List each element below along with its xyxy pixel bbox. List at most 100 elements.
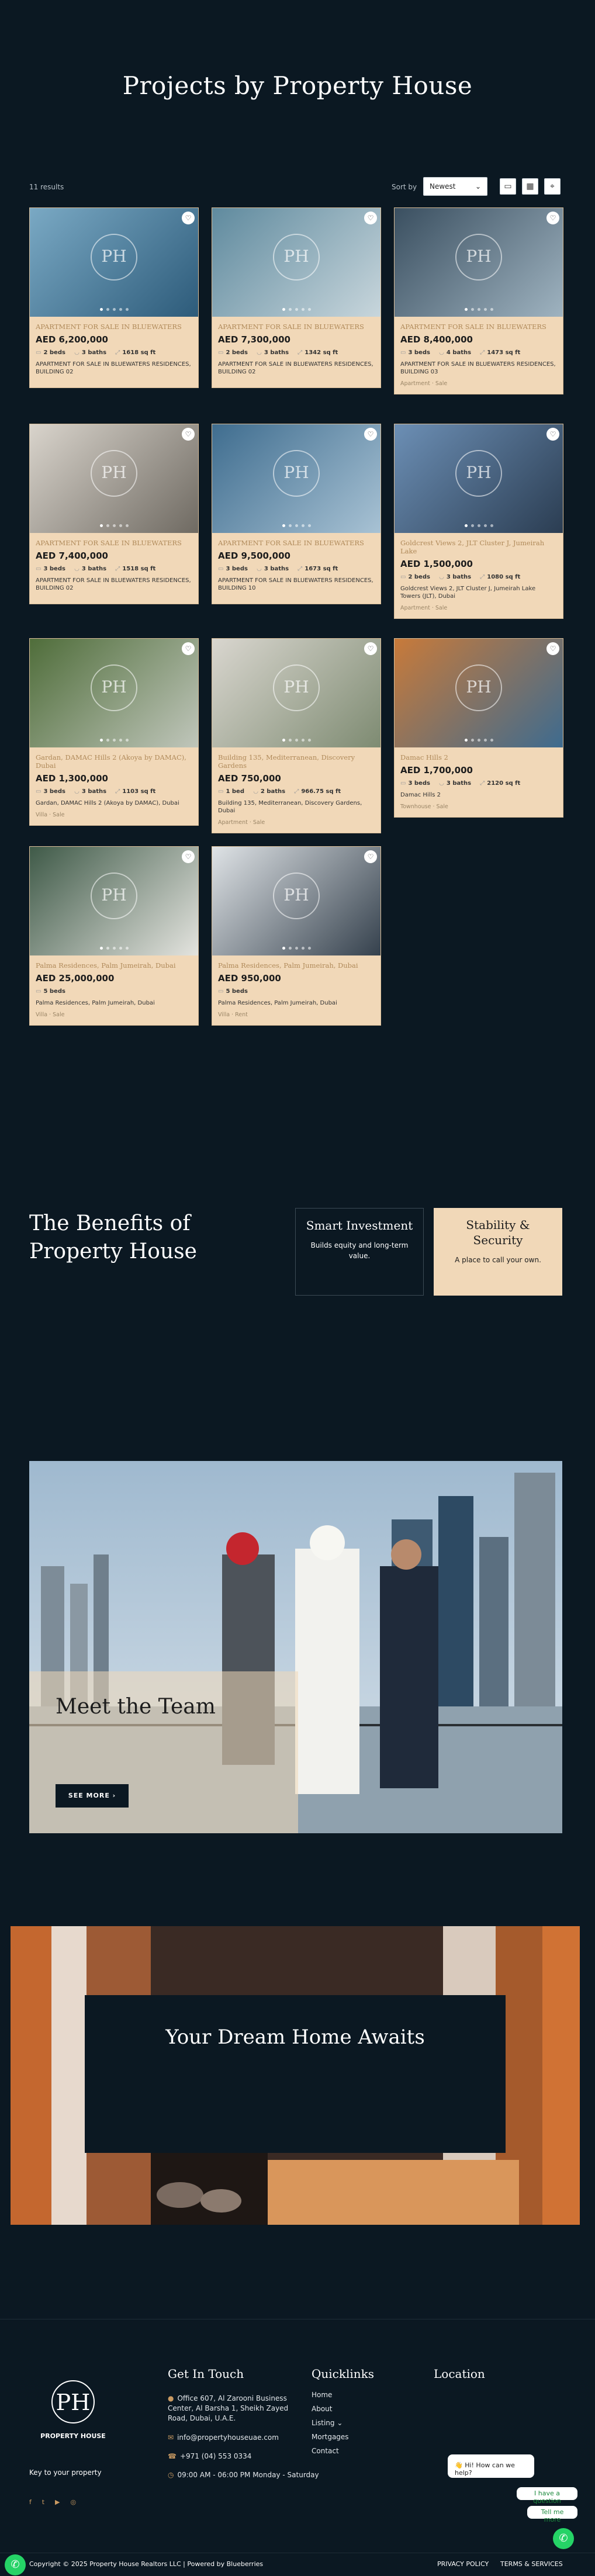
area: ⤢ 1673 sq ft bbox=[298, 566, 338, 572]
listing-card[interactable]: ♡ APARTMENT FOR SALE IN BLUEWATERS AED 6… bbox=[29, 207, 199, 388]
facebook-icon[interactable]: f bbox=[29, 2498, 42, 2506]
listing-photo[interactable]: ♡ bbox=[30, 424, 198, 533]
quicklink-contact[interactable]: Contact bbox=[312, 2446, 339, 2456]
heart-icon[interactable]: ♡ bbox=[182, 212, 195, 224]
area: ⤢ 1103 sq ft bbox=[115, 788, 156, 795]
heart-icon[interactable]: ♡ bbox=[364, 642, 377, 655]
area-icon: ⤢ bbox=[298, 349, 303, 356]
chat-icon[interactable]: ✆ bbox=[553, 2528, 574, 2549]
listing-title[interactable]: APARTMENT FOR SALE IN BLUEWATERS bbox=[218, 539, 375, 547]
listing-specs: ▭ 3 beds ◡ 3 baths ⤢ 1518 sq ft bbox=[36, 566, 192, 572]
results-count: 11 results bbox=[29, 183, 64, 191]
carousel-dots[interactable] bbox=[212, 947, 380, 950]
youtube-icon[interactable]: ▶ bbox=[55, 2498, 70, 2506]
carousel-dots[interactable] bbox=[395, 308, 563, 311]
clock-icon: ◷ bbox=[168, 2471, 174, 2479]
listing-title[interactable]: Goldcrest Views 2, JLT Cluster J, Jumeir… bbox=[400, 539, 557, 555]
heart-icon[interactable]: ♡ bbox=[182, 850, 195, 863]
listing-photo[interactable]: ♡ bbox=[30, 208, 198, 317]
chat-question-button[interactable]: I have a question bbox=[517, 2487, 577, 2505]
heart-icon[interactable]: ♡ bbox=[546, 642, 559, 655]
listing-title[interactable]: Building 135, Mediterranean, Discovery G… bbox=[218, 753, 375, 770]
carousel-dots[interactable] bbox=[30, 739, 198, 742]
beds: ▭ 3 beds bbox=[36, 788, 65, 795]
grid-icon[interactable]: ▦ bbox=[522, 178, 538, 195]
privacy-link[interactable]: PRIVACY POLICY bbox=[437, 2560, 489, 2568]
heart-icon[interactable]: ♡ bbox=[546, 212, 559, 224]
quicklink-home[interactable]: Home bbox=[312, 2390, 332, 2400]
map-icon[interactable]: ▭ bbox=[500, 178, 516, 195]
carousel-dots[interactable] bbox=[212, 739, 380, 742]
phone-icon: ☎ bbox=[168, 2452, 177, 2460]
heart-icon[interactable]: ♡ bbox=[364, 850, 377, 863]
heart-icon[interactable]: ♡ bbox=[364, 212, 377, 224]
heart-icon[interactable]: ♡ bbox=[182, 642, 195, 655]
listing-specs: ▭ 1 bed ◡ 2 baths ⤢ 966.75 sq ft bbox=[218, 788, 375, 795]
carousel-dots[interactable] bbox=[30, 308, 198, 311]
area-icon: ⤢ bbox=[294, 788, 299, 795]
listing-title[interactable]: Damac Hills 2 bbox=[400, 753, 557, 761]
listing-card[interactable]: ♡ Building 135, Mediterranean, Discovery… bbox=[212, 638, 381, 833]
carousel-dots[interactable] bbox=[212, 524, 380, 527]
area: ⤢ 1342 sq ft bbox=[298, 349, 338, 356]
heart-icon[interactable]: ♡ bbox=[546, 428, 559, 441]
watermark-logo bbox=[455, 449, 502, 497]
listing-card[interactable]: ♡ APARTMENT FOR SALE IN BLUEWATERS AED 7… bbox=[29, 424, 199, 604]
listing-photo[interactable]: ♡ bbox=[395, 208, 563, 317]
listing-card[interactable]: ♡ APARTMENT FOR SALE IN BLUEWATERS AED 9… bbox=[212, 424, 381, 604]
listing-title[interactable]: Palma Residences, Palm Jumeirah, Dubai bbox=[36, 961, 192, 970]
quicklink-mortgages[interactable]: Mortgages bbox=[312, 2432, 349, 2442]
listing-title[interactable]: Gardan, DAMAC Hills 2 (Akoya by DAMAC), … bbox=[36, 753, 192, 770]
listing-card[interactable]: ♡ APARTMENT FOR SALE IN BLUEWATERS AED 8… bbox=[394, 207, 563, 394]
listing-photo[interactable]: ♡ bbox=[30, 847, 198, 955]
listing-card[interactable]: ♡ Palma Residences, Palm Jumeirah, Dubai… bbox=[212, 846, 381, 1026]
twitter-icon[interactable]: t bbox=[42, 2498, 55, 2506]
footer-phone[interactable]: ☎ +971 (04) 553 0334 bbox=[168, 2452, 251, 2461]
listing-price: AED 25,000,000 bbox=[36, 973, 115, 984]
location-icon[interactable]: ⌖ bbox=[544, 178, 561, 195]
see-more-button[interactable]: SEE MORE › bbox=[56, 1784, 129, 1808]
listing-card[interactable]: ♡ Palma Residences, Palm Jumeirah, Dubai… bbox=[29, 846, 199, 1026]
sort-select[interactable]: Newest ⌄ bbox=[423, 177, 487, 196]
listing-specs: ▭ 3 beds ◡ 3 baths ⤢ 1103 sq ft bbox=[36, 788, 192, 795]
heart-icon[interactable]: ♡ bbox=[364, 428, 377, 441]
heart-icon[interactable]: ♡ bbox=[182, 428, 195, 441]
footer-email[interactable]: ✉ info@propertyhouseuae.com bbox=[168, 2433, 279, 2443]
listing-tags: Villa · Rent bbox=[218, 1012, 248, 1018]
sort-label: Sort by bbox=[392, 183, 417, 191]
listing-tags: Villa · Sale bbox=[36, 1012, 65, 1018]
listing-photo[interactable]: ♡ bbox=[212, 847, 380, 955]
listing-title[interactable]: APARTMENT FOR SALE IN BLUEWATERS bbox=[36, 539, 192, 547]
listing-title[interactable]: APARTMENT FOR SALE IN BLUEWATERS bbox=[36, 323, 192, 331]
listing-title[interactable]: APARTMENT FOR SALE IN BLUEWATERS bbox=[218, 323, 375, 331]
carousel-dots[interactable] bbox=[212, 308, 380, 311]
instagram-icon[interactable]: ◎ bbox=[70, 2498, 87, 2506]
whatsapp-icon[interactable]: ✆ bbox=[5, 2554, 26, 2575]
listing-card[interactable]: ♡ APARTMENT FOR SALE IN BLUEWATERS AED 7… bbox=[212, 207, 381, 388]
chat-tell-more-button[interactable]: Tell me more bbox=[527, 2506, 577, 2523]
area: ⤢ 1080 sq ft bbox=[480, 574, 521, 580]
listing-title[interactable]: Palma Residences, Palm Jumeirah, Dubai bbox=[218, 961, 375, 970]
quicklink-listing[interactable]: Listing ⌄ bbox=[312, 2418, 343, 2428]
beds: ▭ 2 beds bbox=[36, 349, 65, 356]
carousel-dots[interactable] bbox=[30, 524, 198, 527]
listing-photo[interactable]: ♡ bbox=[212, 208, 380, 317]
listing-photo[interactable]: ♡ bbox=[212, 639, 380, 747]
listing-title[interactable]: APARTMENT FOR SALE IN BLUEWATERS bbox=[400, 323, 557, 331]
carousel-dots[interactable] bbox=[395, 524, 563, 527]
listing-price: AED 1,500,000 bbox=[400, 559, 473, 569]
listing-photo[interactable]: ♡ bbox=[212, 424, 380, 533]
listing-photo[interactable]: ♡ bbox=[30, 639, 198, 747]
bath-icon: ◡ bbox=[439, 780, 444, 787]
listing-card[interactable]: ♡ Goldcrest Views 2, JLT Cluster J, Jume… bbox=[394, 424, 563, 619]
quicklink-about[interactable]: About bbox=[312, 2404, 332, 2414]
listing-card[interactable]: ♡ Damac Hills 2 AED 1,700,000 ▭3 beds ◡3… bbox=[394, 638, 563, 818]
carousel-dots[interactable] bbox=[30, 947, 198, 950]
bath-icon: ◡ bbox=[253, 788, 258, 795]
terms-link[interactable]: TERMS & SERVICES bbox=[500, 2560, 563, 2568]
carousel-dots[interactable] bbox=[395, 739, 563, 742]
listing-photo[interactable]: ♡ bbox=[395, 424, 563, 533]
benefits-title: The Benefits of Property House bbox=[29, 1211, 197, 1263]
listing-photo[interactable]: ♡ bbox=[395, 639, 563, 747]
listing-card[interactable]: ♡ Gardan, DAMAC Hills 2 (Akoya by DAMAC)… bbox=[29, 638, 199, 826]
